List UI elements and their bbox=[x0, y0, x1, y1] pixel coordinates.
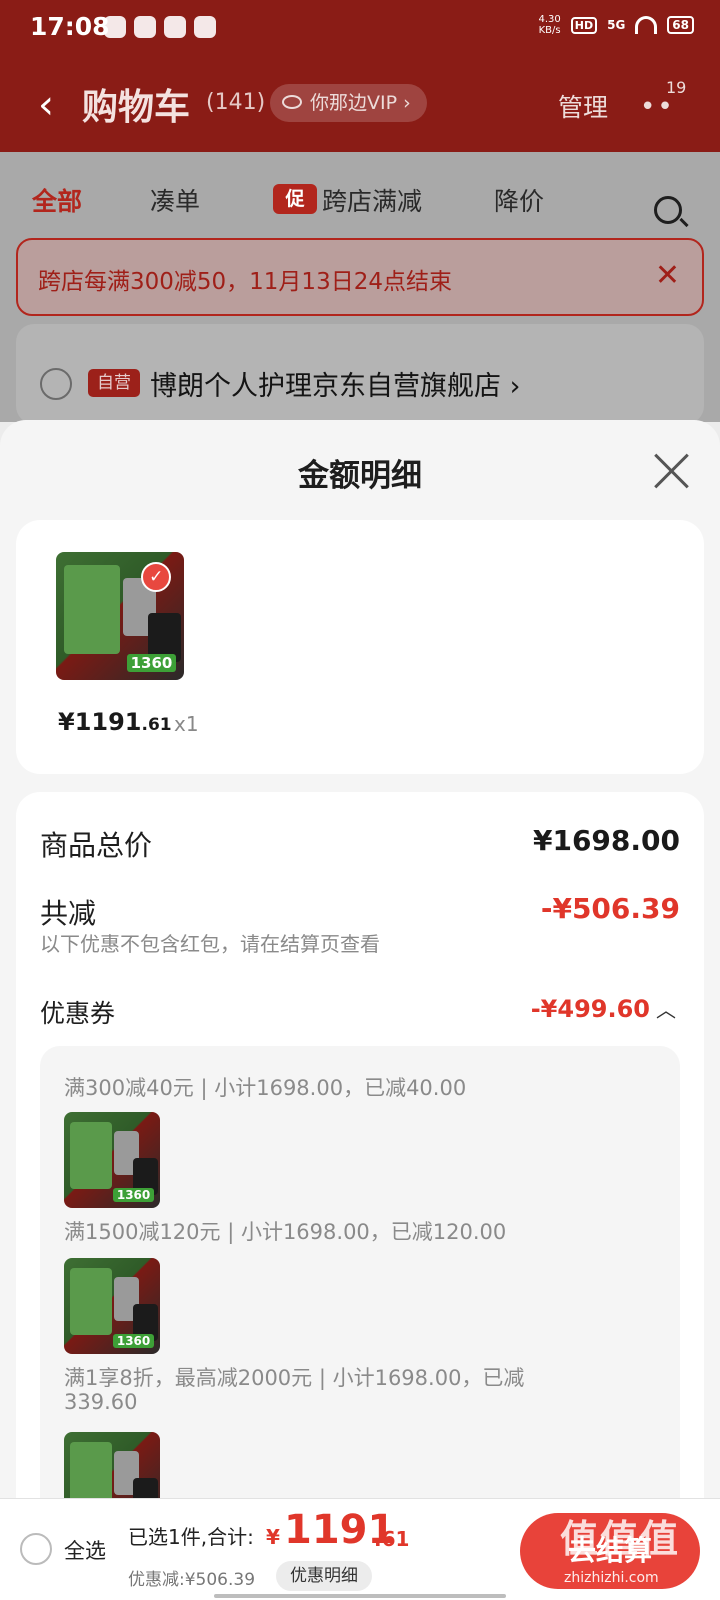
product-thumbnail[interactable]: 1360 ✓ bbox=[56, 552, 184, 680]
amount-detail-sheet: 金额明细 1360 ✓ ¥1191.61 x1 商品总价 ¥1698.00 共减… bbox=[0, 420, 720, 1500]
promo-graphic bbox=[69, 1267, 112, 1335]
app-notification-icon bbox=[134, 16, 156, 38]
thumb-price: 1360 bbox=[112, 1188, 155, 1203]
close-icon[interactable]: ✕ bbox=[655, 258, 680, 293]
manage-button[interactable]: 管理 bbox=[558, 88, 608, 124]
promo-graphic bbox=[63, 564, 120, 655]
top-bar: 17:08 4.30 KB/s HD 5G 68 ‹ 购物车 (141) 你那边… bbox=[0, 0, 720, 152]
coupon-product-thumbnail: 1360 bbox=[64, 1112, 160, 1208]
tab-price-drop[interactable]: 降价 bbox=[494, 182, 544, 218]
total-value: ¥1698.00 bbox=[532, 824, 680, 857]
product-card: 1360 ✓ ¥1191.61 x1 bbox=[16, 520, 704, 774]
tab-bundle[interactable]: 凑单 bbox=[150, 182, 200, 218]
hd-icon: HD bbox=[570, 16, 598, 34]
page-title: 购物车 bbox=[82, 87, 191, 128]
notification-icons bbox=[104, 16, 216, 38]
net-speed: 4.30 KB/s bbox=[538, 14, 561, 36]
app-notification-icon bbox=[164, 16, 186, 38]
dock-image bbox=[133, 1478, 159, 1500]
watermark: 值值值 bbox=[560, 1517, 681, 1561]
total-currency: ¥ bbox=[266, 1525, 280, 1549]
product-price-dec: .61 bbox=[141, 715, 172, 735]
store-checkbox[interactable] bbox=[40, 368, 72, 400]
tab-cross-store[interactable]: 跨店满减 bbox=[322, 182, 422, 218]
price-breakdown-card: 商品总价 ¥1698.00 共减 -¥506.39 以下优惠不包含红包，请在结算… bbox=[16, 792, 704, 1500]
status-right: 4.30 KB/s HD 5G 68 bbox=[538, 14, 694, 36]
filter-tabs: 全部 凑单 促 跨店满减 降价 bbox=[0, 172, 720, 224]
chevron-up-icon: ︿ bbox=[656, 998, 676, 1022]
discount-note: 以下优惠不包含红包，请在结算页查看 bbox=[40, 932, 380, 956]
coupon-line: 满300减40元 | 小计1698.00，已减40.00 bbox=[64, 1076, 467, 1100]
wifi-icon bbox=[635, 16, 658, 34]
sheet-title: 金额明细 bbox=[298, 458, 422, 494]
discount-detail-button[interactable]: 优惠明细 bbox=[276, 1561, 372, 1591]
coupon-label: 优惠券 bbox=[40, 999, 116, 1028]
message-badge: 19 bbox=[666, 78, 687, 97]
coupon-product-thumbnail bbox=[64, 1432, 160, 1500]
store-card: 自营 博朗个人护理京东自营旗舰店 › bbox=[16, 324, 704, 424]
close-icon[interactable] bbox=[652, 450, 692, 490]
status-time: 17:08 bbox=[30, 12, 110, 41]
product-price: ¥1191.61 bbox=[58, 708, 172, 736]
cart-header: ‹ 购物车 (141) 你那边VIP › 管理 •• 19 bbox=[0, 70, 720, 140]
thumb-price: 1360 bbox=[126, 654, 177, 673]
tab-all[interactable]: 全部 bbox=[32, 182, 82, 218]
store-name[interactable]: 博朗个人护理京东自营旗舰店 › bbox=[150, 364, 520, 403]
background-overlay: 全部 凑单 促 跨店满减 降价 跨店每满300减50，11月13日24点结束 ✕… bbox=[0, 152, 720, 424]
thumb-price: 1360 bbox=[112, 1334, 155, 1349]
promo-tag: 促 bbox=[273, 184, 317, 214]
signal-icon: 5G bbox=[607, 18, 626, 32]
vip-label: 你那边VIP bbox=[310, 92, 398, 114]
status-bar: 17:08 4.30 KB/s HD 5G 68 bbox=[0, 0, 720, 56]
back-icon[interactable]: ‹ bbox=[38, 82, 54, 128]
reduce-label: 共减 bbox=[40, 897, 97, 930]
coupon-value[interactable]: -¥499.60 ︿ bbox=[531, 994, 676, 1023]
summary-text: 已选1件,合计: bbox=[128, 1525, 254, 1549]
app-notification-icon bbox=[104, 16, 126, 38]
cart-count: (141) bbox=[206, 90, 266, 115]
promo-graphic bbox=[69, 1441, 112, 1500]
total-label: 商品总价 bbox=[40, 829, 153, 862]
coupon-detail-box: 满300减40元 | 小计1698.00，已减40.00 1360 满1500减… bbox=[40, 1046, 680, 1500]
home-indicator[interactable] bbox=[214, 1594, 506, 1598]
select-all-checkbox[interactable] bbox=[20, 1533, 52, 1565]
promo-banner: 跨店每满300减50，11月13日24点结束 ✕ bbox=[16, 238, 704, 316]
search-icon[interactable] bbox=[654, 196, 682, 224]
play-icon bbox=[194, 16, 216, 38]
discount-amount: 优惠减:¥506.39 bbox=[128, 1570, 256, 1590]
promo-graphic bbox=[69, 1121, 112, 1189]
eye-icon bbox=[282, 95, 302, 109]
reduce-value: -¥506.39 bbox=[540, 892, 680, 925]
check-icon: ✓ bbox=[141, 562, 172, 593]
vip-button[interactable]: 你那边VIP › bbox=[270, 84, 427, 122]
total-decimal: .61 bbox=[374, 1527, 410, 1551]
product-price-int: ¥1191 bbox=[58, 708, 142, 736]
product-quantity: x1 bbox=[174, 712, 199, 736]
battery-icon: 68 bbox=[667, 16, 694, 34]
coupon-line: 满1500减120元 | 小计1698.00，已减120.00 bbox=[64, 1220, 507, 1244]
watermark-url: zhizhizhi.com bbox=[564, 1570, 659, 1586]
promo-banner-text: 跨店每满300减50，11月13日24点结束 bbox=[38, 269, 452, 295]
coupon-line: 满1享8折，最高减2000元 | 小计1698.00，已减 bbox=[64, 1366, 525, 1390]
coupon-amount: -¥499.60 bbox=[530, 995, 650, 1023]
self-operated-tag: 自营 bbox=[88, 369, 140, 397]
chevron-right-icon: › bbox=[403, 92, 411, 114]
select-all-label[interactable]: 全选 bbox=[64, 1535, 106, 1565]
coupon-line: 339.60 bbox=[64, 1390, 138, 1414]
coupon-product-thumbnail: 1360 bbox=[64, 1258, 160, 1354]
